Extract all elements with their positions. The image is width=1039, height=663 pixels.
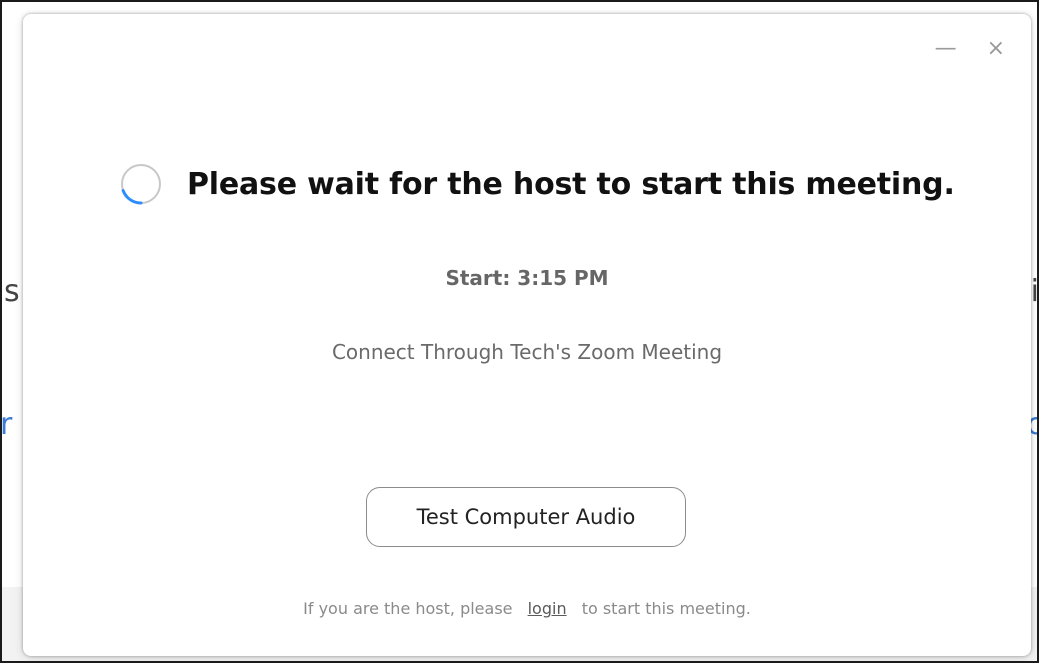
screen: s r i c — × Please wait for the host to …	[0, 0, 1039, 663]
minimize-icon[interactable]: —	[935, 38, 957, 60]
background-link-fragment: r	[0, 407, 13, 442]
meeting-start-time: Start: 3:15 PM	[445, 266, 609, 290]
background-text-fragment: s	[4, 274, 20, 309]
test-computer-audio-button[interactable]: Test Computer Audio	[366, 487, 686, 547]
host-note-suffix: to start this meeting.	[581, 599, 751, 618]
headline-row: Please wait for the host to start this m…	[119, 162, 955, 206]
meeting-name: Connect Through Tech's Zoom Meeting	[331, 340, 723, 364]
loading-spinner-icon	[121, 164, 161, 205]
window-controls: — ×	[935, 38, 1005, 60]
background-text-fragment: i	[1030, 274, 1039, 309]
host-login-note: If you are the host, please login to sta…	[23, 599, 1031, 618]
host-note-prefix: If you are the host, please	[303, 599, 513, 618]
page-title: Please wait for the host to start this m…	[187, 166, 955, 202]
waiting-for-host-dialog: — × Please wait for the host to start th…	[23, 14, 1031, 656]
close-icon[interactable]: ×	[987, 38, 1005, 60]
login-link[interactable]: login	[528, 599, 567, 618]
